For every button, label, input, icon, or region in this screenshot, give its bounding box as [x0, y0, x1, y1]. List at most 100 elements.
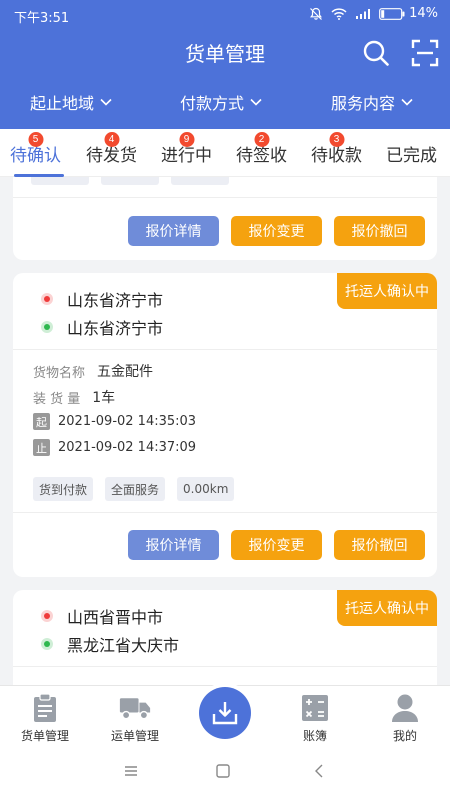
calculator-icon — [299, 692, 331, 724]
tab-completed[interactable]: 已完成 — [386, 141, 437, 166]
order-card[interactable]: 托运人确认中 山西省晋中市 黑龙江省大庆市 — [13, 590, 437, 685]
destination: 黑龙江省大庆市 — [41, 632, 179, 656]
status-tabs: 5 待确认 4 待发货 9 进行中 2 待签收 3 待收款 已完成 — [0, 129, 450, 177]
start-label: 起 — [33, 413, 50, 430]
nav-waybill[interactable]: 运单管理 — [95, 692, 175, 744]
user-icon — [389, 692, 421, 724]
quote-revoke-button[interactable]: 报价撤回 — [334, 216, 425, 246]
system-nav-bar — [0, 747, 450, 800]
tag — [101, 177, 159, 185]
back-icon — [310, 763, 334, 779]
tab-label: 待发货 — [86, 146, 137, 166]
filter-region[interactable]: 起止地域 — [30, 90, 112, 114]
scan-button[interactable] — [410, 38, 440, 68]
tab-badge: 2 — [254, 132, 269, 147]
home-icon — [214, 763, 238, 779]
chevron-down-icon — [250, 98, 262, 106]
battery-level: 14% — [409, 6, 438, 21]
origin-dot-icon — [41, 610, 53, 622]
app-header: 下午3:51 14% 货单管理 起止地域 付款方式 服务内容 — [0, 0, 450, 129]
load-amount-label: 装 货 量 — [33, 391, 81, 407]
goods-name-label: 货物名称 — [33, 365, 86, 381]
back-button[interactable] — [310, 763, 334, 783]
filter-label: 起止地域 — [30, 94, 95, 113]
menu-button[interactable] — [122, 763, 146, 783]
scan-icon — [410, 38, 440, 68]
tab-pending-ship[interactable]: 4 待发货 — [86, 132, 137, 166]
origin-city: 山西省晋中市 — [67, 608, 164, 627]
nav-ledger[interactable]: 账簿 — [275, 692, 355, 744]
order-list[interactable]: 报价详情 报价变更 报价撤回 托运人确认中 山东省济宁市 山东省济宁市 货物名称… — [0, 177, 450, 685]
tab-label: 进行中 — [161, 146, 212, 166]
truck-icon — [119, 692, 151, 724]
start-time-row: 起 2021-09-02 14:35:03 — [33, 413, 196, 430]
tab-pending-confirm[interactable]: 5 待确认 — [10, 132, 61, 166]
signal-icon — [355, 8, 371, 20]
start-time: 2021-09-02 14:35:03 — [58, 414, 197, 429]
goods-name-row: 货物名称 五金配件 — [33, 361, 153, 381]
destination: 山东省济宁市 — [41, 315, 163, 339]
origin-dot-icon — [41, 293, 53, 305]
service-tag: 全面服务 — [105, 477, 166, 501]
load-amount-value: 1车 — [92, 390, 116, 406]
end-time: 2021-09-02 14:37:09 — [58, 440, 197, 455]
tab-pending-sign[interactable]: 2 待签收 — [236, 132, 287, 166]
filter-bar: 起止地域 付款方式 服务内容 — [0, 90, 450, 118]
wifi-icon — [331, 7, 347, 20]
divider — [13, 666, 437, 667]
destination-city: 黑龙江省大庆市 — [67, 636, 180, 655]
search-icon — [361, 38, 391, 68]
divider — [13, 349, 437, 350]
clipboard-icon — [29, 692, 61, 724]
tab-label: 待收款 — [311, 146, 362, 166]
search-button[interactable] — [361, 38, 391, 68]
quote-detail-button[interactable]: 报价详情 — [128, 216, 219, 246]
end-label: 止 — [33, 439, 50, 456]
order-tags: 货到付款 全面服务 0.00km — [33, 477, 235, 501]
end-time-row: 止 2021-09-02 14:37:09 — [33, 439, 196, 456]
status-badge: 托运人确认中 — [337, 590, 437, 626]
tab-badge: 4 — [104, 132, 119, 147]
nav-label: 账簿 — [302, 729, 327, 743]
filter-label: 付款方式 — [180, 94, 245, 113]
quote-change-button[interactable]: 报价变更 — [231, 216, 322, 246]
origin-city: 山东省济宁市 — [67, 291, 164, 310]
nav-label: 运单管理 — [110, 729, 159, 743]
destination-dot-icon — [41, 638, 53, 650]
tab-label: 已完成 — [386, 146, 437, 166]
tab-label: 待确认 — [10, 146, 61, 166]
filter-payment[interactable]: 付款方式 — [180, 90, 262, 114]
nav-cargo-orders[interactable]: 货单管理 — [5, 692, 85, 744]
divider — [13, 512, 437, 513]
status-badge: 托运人确认中 — [337, 273, 437, 309]
home-button[interactable] — [214, 763, 238, 783]
tab-in-progress[interactable]: 9 进行中 — [161, 132, 212, 166]
tag — [31, 177, 89, 185]
chevron-down-icon — [401, 98, 413, 106]
mute-icon — [309, 7, 323, 21]
payment-tag: 货到付款 — [33, 477, 94, 501]
download-tray-icon — [211, 699, 239, 727]
tag — [171, 177, 229, 185]
load-amount-row: 装 货 量 1车 — [33, 387, 115, 407]
destination-city: 山东省济宁市 — [67, 319, 164, 338]
order-card[interactable]: 托运人确认中 山东省济宁市 山东省济宁市 货物名称 五金配件 装 货 量 1车 … — [13, 273, 437, 577]
tab-badge: 3 — [329, 132, 344, 147]
quote-change-button[interactable]: 报价变更 — [231, 530, 322, 560]
status-bar: 下午3:51 14% — [0, 0, 450, 30]
nav-profile[interactable]: 我的 — [365, 692, 445, 744]
chevron-down-icon — [100, 98, 112, 106]
nav-label: 货单管理 — [20, 729, 69, 743]
battery-icon — [379, 7, 405, 20]
filter-service[interactable]: 服务内容 — [331, 90, 413, 114]
tab-badge: 9 — [179, 132, 194, 147]
status-time: 下午3:51 — [14, 11, 70, 26]
publish-button[interactable] — [199, 687, 251, 739]
origin: 山东省济宁市 — [41, 287, 163, 311]
distance-tag: 0.00km — [177, 477, 235, 501]
tab-pending-payment[interactable]: 3 待收款 — [311, 132, 362, 166]
destination-dot-icon — [41, 321, 53, 333]
quote-detail-button[interactable]: 报价详情 — [128, 530, 219, 560]
quote-revoke-button[interactable]: 报价撤回 — [334, 530, 425, 560]
tab-label: 待签收 — [236, 146, 287, 166]
